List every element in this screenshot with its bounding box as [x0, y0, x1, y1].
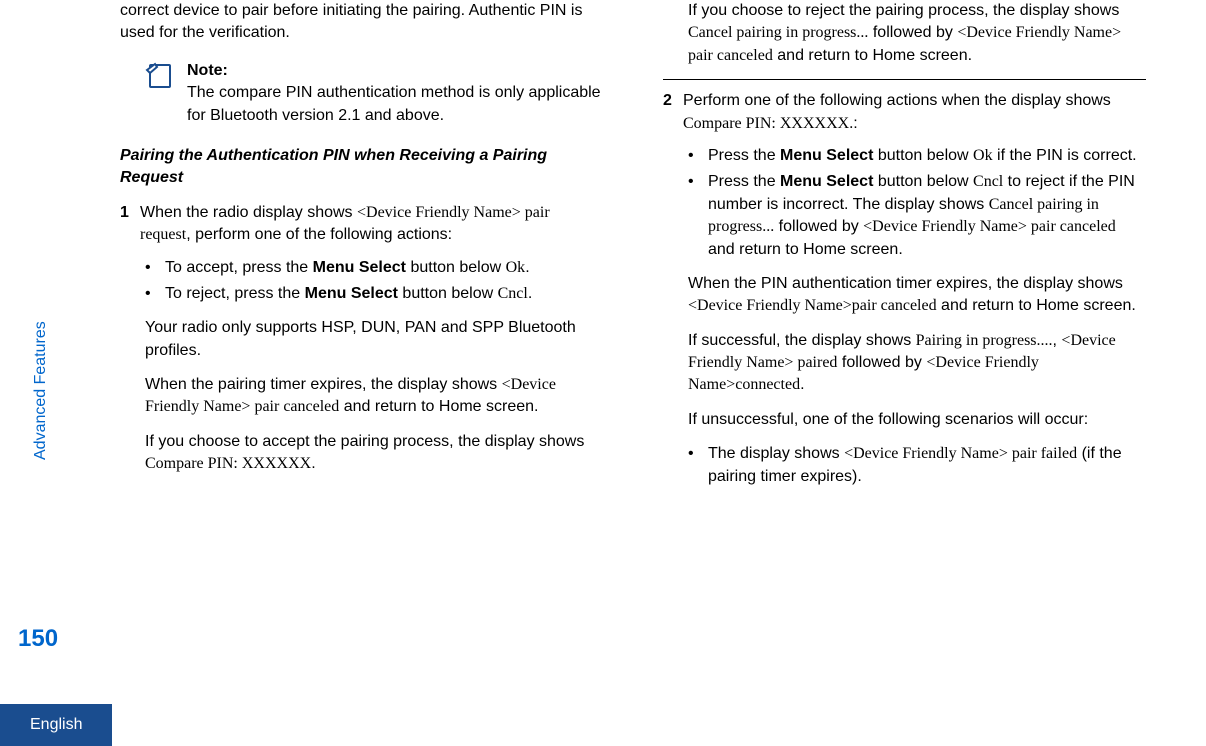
- text: followed by: [837, 354, 926, 371]
- bullet-item: • Press the Menu Select button below Cnc…: [688, 171, 1146, 261]
- bullet-content: The display shows <Device Friendly Name>…: [708, 443, 1146, 488]
- paragraph: If you choose to reject the pairing proc…: [688, 0, 1146, 67]
- display-text: Cancel pairing in progress...: [688, 24, 868, 41]
- text: , perform one of the following actions:: [186, 226, 452, 243]
- text: To accept, press the: [165, 259, 313, 276]
- step-1: 1 When the radio display shows <Device F…: [120, 202, 603, 247]
- text: When the pairing timer expires, the disp…: [145, 376, 502, 393]
- paragraph: If you choose to accept the pairing proc…: [145, 431, 603, 476]
- bullet-dot: •: [688, 443, 708, 465]
- note-icon: [145, 62, 175, 97]
- note-body: The compare PIN authentication method is…: [187, 84, 601, 123]
- paragraph: When the PIN authentication timer expire…: [688, 273, 1146, 318]
- bullet-dot: •: [688, 171, 708, 193]
- bullet-item: • To reject, press the Menu Select butto…: [145, 283, 603, 305]
- step-number: 1: [120, 202, 140, 224]
- left-column: correct device to pair before initiating…: [120, 0, 603, 690]
- text: Perform one of the following actions whe…: [683, 92, 1111, 109]
- page-number: 150: [18, 622, 58, 656]
- paragraph: When the pairing timer expires, the disp…: [145, 374, 603, 419]
- bold-text: Menu Select: [305, 285, 398, 302]
- note-label: Note:: [187, 60, 603, 82]
- bullet-dot: •: [145, 257, 165, 279]
- text: .: [525, 259, 529, 276]
- text: followed by: [868, 24, 957, 41]
- text: and return to Home screen.: [773, 47, 972, 64]
- serif-text: Cncl: [498, 285, 528, 302]
- text: When the PIN authentication timer expire…: [688, 275, 1123, 292]
- text: and return to Home screen.: [339, 398, 538, 415]
- text: If successful, the display shows: [688, 332, 916, 349]
- section-heading: Pairing the Authentication PIN when Rece…: [120, 145, 603, 190]
- step-number: 2: [663, 90, 683, 112]
- bullet-content: To reject, press the Menu Select button …: [165, 283, 603, 305]
- bullet-content: Press the Menu Select button below Ok if…: [708, 145, 1146, 167]
- serif-text: Ok: [506, 259, 526, 276]
- text: Press the: [708, 173, 780, 190]
- serif-text: Cncl: [973, 173, 1003, 190]
- note-content: Note: The compare PIN authentication met…: [187, 60, 603, 127]
- display-text: Pairing in progress....: [916, 332, 1053, 349]
- text: :: [853, 115, 857, 132]
- display-text: <Device Friendly Name> pair canceled: [863, 218, 1116, 235]
- text: button below: [398, 285, 498, 302]
- note-block: Note: The compare PIN authentication met…: [145, 60, 603, 127]
- bold-text: Menu Select: [780, 147, 873, 164]
- divider: [663, 79, 1146, 80]
- text: If you choose to reject the pairing proc…: [688, 2, 1119, 19]
- step-content: When the radio display shows <Device Fri…: [140, 202, 603, 247]
- text: If you choose to accept the pairing proc…: [145, 433, 584, 450]
- text: and return to Home screen.: [937, 297, 1136, 314]
- text: and return to Home screen.: [708, 241, 903, 258]
- bold-text: Menu Select: [780, 173, 873, 190]
- serif-text: Ok: [973, 147, 993, 164]
- paragraph: If successful, the display shows Pairing…: [688, 330, 1146, 397]
- bullet-item: • Press the Menu Select button below Ok …: [688, 145, 1146, 167]
- display-text: Compare PIN: XXXXXX: [145, 455, 311, 472]
- text: The display shows: [708, 445, 844, 462]
- text: button below: [873, 147, 973, 164]
- text: Press the: [708, 147, 780, 164]
- bullet-dot: •: [688, 145, 708, 167]
- right-column: If you choose to reject the pairing proc…: [663, 0, 1146, 690]
- text: followed by: [774, 218, 863, 235]
- bullet-item: • To accept, press the Menu Select butto…: [145, 257, 603, 279]
- bullet-content: To accept, press the Menu Select button …: [165, 257, 603, 279]
- bold-text: Menu Select: [313, 259, 406, 276]
- bullet-content: Press the Menu Select button below Cncl …: [708, 171, 1146, 261]
- text: When the radio display shows: [140, 204, 357, 221]
- text: To reject, press the: [165, 285, 305, 302]
- bullet-dot: •: [145, 283, 165, 305]
- text: .: [528, 285, 532, 302]
- display-text: <Device Friendly Name> pair failed: [844, 445, 1077, 462]
- step-content: Perform one of the following actions whe…: [683, 90, 1146, 135]
- text: .: [311, 455, 315, 472]
- paragraph: If unsuccessful, one of the following sc…: [688, 409, 1146, 431]
- text: button below: [873, 173, 973, 190]
- text: button below: [406, 259, 506, 276]
- intro-paragraph: correct device to pair before initiating…: [120, 0, 603, 45]
- bullet-item: • The display shows <Device Friendly Nam…: [688, 443, 1146, 488]
- step-2: 2 Perform one of the following actions w…: [663, 90, 1146, 135]
- language-label: English: [0, 704, 112, 746]
- paragraph: Your radio only supports HSP, DUN, PAN a…: [145, 317, 603, 362]
- display-text: <Device Friendly Name>pair canceled: [688, 297, 937, 314]
- text: if the PIN is correct.: [993, 147, 1137, 164]
- content-columns: correct device to pair before initiating…: [0, 0, 1206, 690]
- section-label: Advanced Features: [30, 321, 52, 460]
- serif-text: Compare PIN: XXXXXX.: [683, 115, 853, 132]
- page: Advanced Features 150 English correct de…: [0, 0, 1206, 746]
- text: .: [800, 376, 804, 393]
